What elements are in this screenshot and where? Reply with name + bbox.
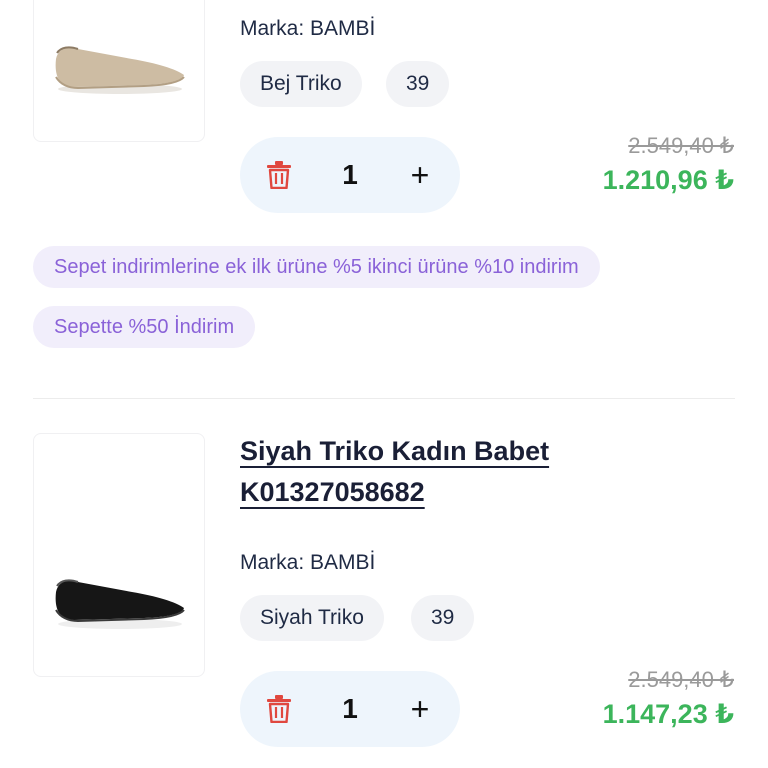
trash-icon[interactable] <box>266 161 292 189</box>
quantity-value: 1 <box>342 693 358 724</box>
brand-label: Marka: <box>240 551 305 574</box>
plus-icon[interactable]: + <box>402 671 438 747</box>
beige-flat-shoe-icon <box>55 46 185 94</box>
product-title-line-1: Siyah Triko Kadın Babet <box>240 436 550 466</box>
cart-page: Marka: BAMBİ Bej Triko 39 1 + 2.549,40 ₺… <box>0 0 768 768</box>
plus-icon[interactable]: + <box>402 137 438 213</box>
brand-label: Marka: <box>240 17 305 40</box>
item-divider <box>33 398 735 399</box>
quantity-stepper: 1 + <box>240 671 460 747</box>
brand-line: Marka: BAMBİ <box>240 17 375 41</box>
quantity-stepper: 1 + <box>240 137 460 213</box>
product-title[interactable]: Siyah Triko Kadın Babet <box>240 436 549 467</box>
color-chip: Bej Triko <box>240 61 362 107</box>
black-flat-shoe-icon <box>55 579 185 629</box>
discounted-price: 1.147,23 ₺ <box>602 699 734 729</box>
brand-value: BAMBİ <box>310 551 376 574</box>
discounted-price: 1.210,96 ₺ <box>602 165 734 195</box>
promo-badge-half-off: Sepette %50 İndirim <box>33 306 256 348</box>
color-chip: Siyah Triko <box>240 595 384 641</box>
size-chip: 39 <box>411 595 475 641</box>
promo-badge-tiered-discount: Sepet indirimlerine ek ilk ürüne %5 ikin… <box>33 246 600 288</box>
size-chip: 39 <box>386 61 450 107</box>
old-price: 2.549,40 ₺ <box>628 133 734 158</box>
old-price: 2.549,40 ₺ <box>628 667 734 692</box>
product-code-text: K01327058682 <box>240 477 425 507</box>
product-image-black-flat[interactable] <box>33 433 205 677</box>
quantity-value: 1 <box>342 159 358 190</box>
trash-icon[interactable] <box>266 695 292 723</box>
product-image-beige-flat[interactable] <box>33 0 205 142</box>
brand-value: BAMBİ <box>310 17 376 40</box>
brand-line: Marka: BAMBİ <box>240 551 375 575</box>
product-code[interactable]: K01327058682 <box>240 477 425 508</box>
